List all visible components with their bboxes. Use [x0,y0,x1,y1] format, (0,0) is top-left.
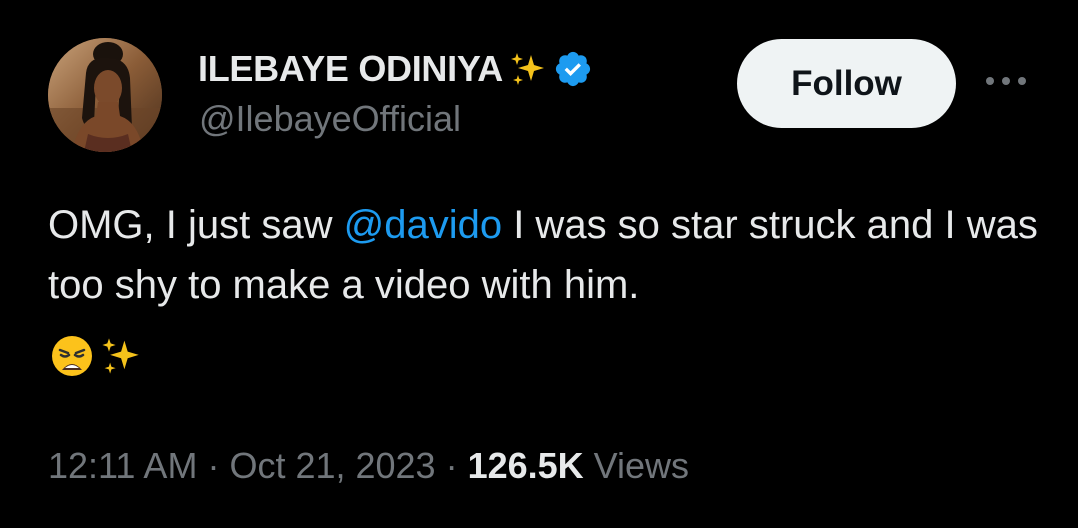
follow-button[interactable]: Follow [737,39,956,128]
display-name[interactable]: ILEBAYE ODINIYA [198,48,503,90]
tweet-text: OMG, I just saw @davido I was so star st… [48,195,1048,315]
views-label: Views [583,445,690,486]
tweet-text-part: OMG, I just saw [48,203,344,247]
author-name-row: ILEBAYE ODINIYA [198,44,593,94]
sparkles-icon [98,334,142,383]
views-count: 126.5K [467,445,584,486]
more-options-icon[interactable] [984,66,1028,96]
sparkles-icon [507,49,547,89]
tweet-meta: 12:11 AM · Oct 21, 2023 · 126.5K Views [48,445,689,487]
verified-badge-icon[interactable] [553,49,593,89]
weary-face-icon [50,334,94,383]
avatar-image [48,38,162,152]
tweet-date[interactable]: Oct 21, 2023 [229,445,435,486]
tweet: ILEBAYE ODINIYA @IlebayeOfficial Follow … [0,0,1078,528]
mention-link[interactable]: @davido [344,203,502,247]
meta-separator: · [435,445,468,486]
author-handle[interactable]: @IlebayeOfficial [199,98,461,140]
avatar[interactable] [48,38,162,152]
meta-separator: · [197,445,230,486]
tweet-time[interactable]: 12:11 AM [48,445,197,486]
tweet-emojis [50,334,142,383]
